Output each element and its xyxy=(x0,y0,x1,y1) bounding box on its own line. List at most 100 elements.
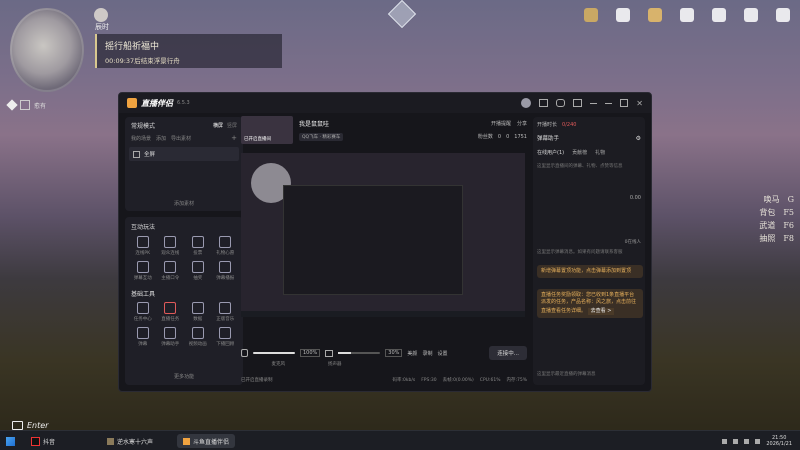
tab-gifts[interactable]: 礼物 xyxy=(595,149,605,156)
add-material-button[interactable]: 添加素材 xyxy=(125,200,243,207)
close-icon[interactable]: ✕ xyxy=(636,99,643,108)
gift-icon xyxy=(219,236,232,248)
status-fps: FPS:30 xyxy=(421,377,437,383)
tool-item[interactable]: 直播任务 xyxy=(157,302,185,322)
tab-landscape[interactable]: 横屏 xyxy=(213,122,223,129)
minimize-icon[interactable] xyxy=(605,102,613,104)
tool-item[interactable]: 弹幕 xyxy=(129,327,157,347)
tool-item[interactable]: 正版音乐 xyxy=(212,302,240,322)
speaker-volume-slider[interactable] xyxy=(338,352,381,354)
mic-tray-icon[interactable] xyxy=(733,438,739,444)
key-hint-label: 背包 xyxy=(759,208,776,217)
tool-item-label: 正版音乐 xyxy=(216,317,235,322)
stream-preview[interactable] xyxy=(241,153,525,317)
maximize-icon[interactable] xyxy=(620,99,629,107)
share-button[interactable]: 分享 xyxy=(517,120,527,127)
speaker-volume-value[interactable]: 30% xyxy=(385,349,403,357)
mic-volume-value[interactable]: 100% xyxy=(300,349,321,357)
chat-hint[interactable]: Enter xyxy=(12,421,48,430)
quest-tracker[interactable]: 摇行船祈福中 00:09:37后结束浮景行舟 xyxy=(95,34,282,68)
network-icon[interactable] xyxy=(744,438,750,444)
beauty-button[interactable]: 美颜 xyxy=(407,350,417,357)
interact-item[interactable]: 礼物心愿 xyxy=(212,236,240,256)
system-message: 这里显示弹幕消息。如果有问题请联系客服 xyxy=(537,250,623,255)
connect-button[interactable]: 连接中... xyxy=(489,346,527,360)
key-hint-key: F8 xyxy=(783,234,794,243)
interact-item[interactable]: 投票 xyxy=(184,236,212,256)
interact-item-label: 弹幕播报 xyxy=(216,276,235,281)
taskbar-app-label: 逆水寒十六声 xyxy=(117,438,154,446)
tab-contribution[interactable]: 贡献榜 xyxy=(572,149,587,156)
message-icon[interactable] xyxy=(539,99,549,107)
interact-item-label: 主播口令 xyxy=(161,276,180,281)
shield-icon[interactable] xyxy=(616,8,630,22)
taskbar-app[interactable]: 斗鱼直播伴侣 xyxy=(177,434,236,448)
tab-export[interactable]: 导出素材 xyxy=(171,135,191,142)
tool-item[interactable]: 数据 xyxy=(184,302,212,322)
tool-item[interactable]: 视频动画 xyxy=(184,327,212,347)
record-button[interactable]: 录制 xyxy=(422,350,432,357)
room-category[interactable]: QQ飞车 · 精彩赛车 xyxy=(299,133,344,141)
add-scene-icon[interactable]: + xyxy=(231,134,237,142)
clock[interactable]: 21:50 2026/1/21 xyxy=(766,435,792,447)
speaker-label: 扬声器 xyxy=(328,362,342,367)
app-icon xyxy=(183,437,191,445)
marker-icon xyxy=(20,100,30,110)
status-memory: 内存:75% xyxy=(506,378,527,383)
scene-item[interactable]: 全屏 xyxy=(129,147,239,161)
tool-item[interactable]: 弹幕助手 xyxy=(157,327,185,347)
taskbar-app[interactable]: 抖音 xyxy=(25,434,61,448)
footer-hint[interactable]: 已开启直播录制 xyxy=(241,377,273,383)
music-icon xyxy=(219,302,232,314)
live-reminder-button[interactable]: 开播提醒 xyxy=(491,120,511,127)
key-hint-row: 背包 F5 xyxy=(759,206,794,219)
interact-item[interactable]: 主播口令 xyxy=(157,261,185,281)
interact-item[interactable]: 弹幕播报 xyxy=(212,261,240,281)
tab-add-scene[interactable]: 添加 xyxy=(156,135,166,142)
tab-portrait[interactable]: 竖屏 xyxy=(227,122,237,129)
online-count: 0在线人 xyxy=(624,240,641,245)
notice-pin[interactable]: 新增弹幕置顶功能，点击弹幕添加到置顶 xyxy=(537,265,643,278)
scroll-icon[interactable] xyxy=(680,8,694,22)
task-view-link[interactable]: 去查看 > xyxy=(587,308,615,315)
notice-task[interactable]: 直播任务奖励领取：您已收到1条直播平台派发的任务，产品名称：风之旅，点击前往直播… xyxy=(537,289,643,318)
mic-volume-slider[interactable] xyxy=(253,352,295,354)
room-name[interactable]: 我是鼠鼠哇 xyxy=(299,119,343,128)
interact-item[interactable]: 连线PK xyxy=(129,236,157,256)
avatar[interactable] xyxy=(521,98,532,108)
feedback-icon[interactable] xyxy=(573,99,583,107)
preview-nested-window xyxy=(283,185,463,295)
more-features-button[interactable]: 更多功能 xyxy=(125,373,243,380)
settings-menu-icon[interactable] xyxy=(590,102,598,104)
tool-item[interactable]: 下播回顾 xyxy=(212,327,240,347)
interact-item[interactable]: 抽奖 xyxy=(184,261,212,281)
grid-icon xyxy=(133,150,140,158)
streaming-app-window[interactable]: 直播伴侣 6.5.3 ✕ 常规模式 横屏 竖屏 我的场景 添加 导出素材 + 全… xyxy=(118,92,652,392)
danmu-settings-icon[interactable]: ⚙ xyxy=(636,135,641,142)
settings-button[interactable]: 设置 xyxy=(437,350,447,357)
microphone-icon[interactable] xyxy=(241,349,248,357)
app-title: 直播伴侣 xyxy=(141,98,173,108)
pagoda-icon[interactable] xyxy=(648,8,662,22)
volume-icon[interactable] xyxy=(755,438,761,444)
mode-selector[interactable]: 常规模式 xyxy=(131,121,155,130)
book-icon[interactable] xyxy=(744,8,758,22)
lantern-icon[interactable] xyxy=(584,8,598,22)
menu-icon[interactable] xyxy=(776,8,790,22)
tool-item[interactable]: 任务中心 xyxy=(129,302,157,322)
speaker-icon[interactable] xyxy=(325,349,334,357)
tab-online-users[interactable]: 在线用户(1) xyxy=(537,149,564,156)
room-cover[interactable]: 已开启直播间 xyxy=(241,116,293,144)
start-icon[interactable] xyxy=(6,436,15,446)
danmu-footer: 这里显示最近直播的弹幕消息 xyxy=(537,372,596,377)
tab-my-scenes[interactable]: 我的场景 xyxy=(131,135,151,142)
interact-item[interactable]: 观众连线 xyxy=(157,236,185,256)
headset-icon[interactable] xyxy=(556,99,566,107)
figure-icon[interactable] xyxy=(712,8,726,22)
taskbar-app[interactable]: 逆水寒十六声 xyxy=(101,434,159,448)
minimap[interactable] xyxy=(10,8,84,92)
assistant-icon xyxy=(164,327,177,339)
tray-icon[interactable] xyxy=(722,438,728,444)
compass-icon[interactable] xyxy=(387,0,417,29)
interact-item[interactable]: 弹幕互动 xyxy=(129,261,157,281)
